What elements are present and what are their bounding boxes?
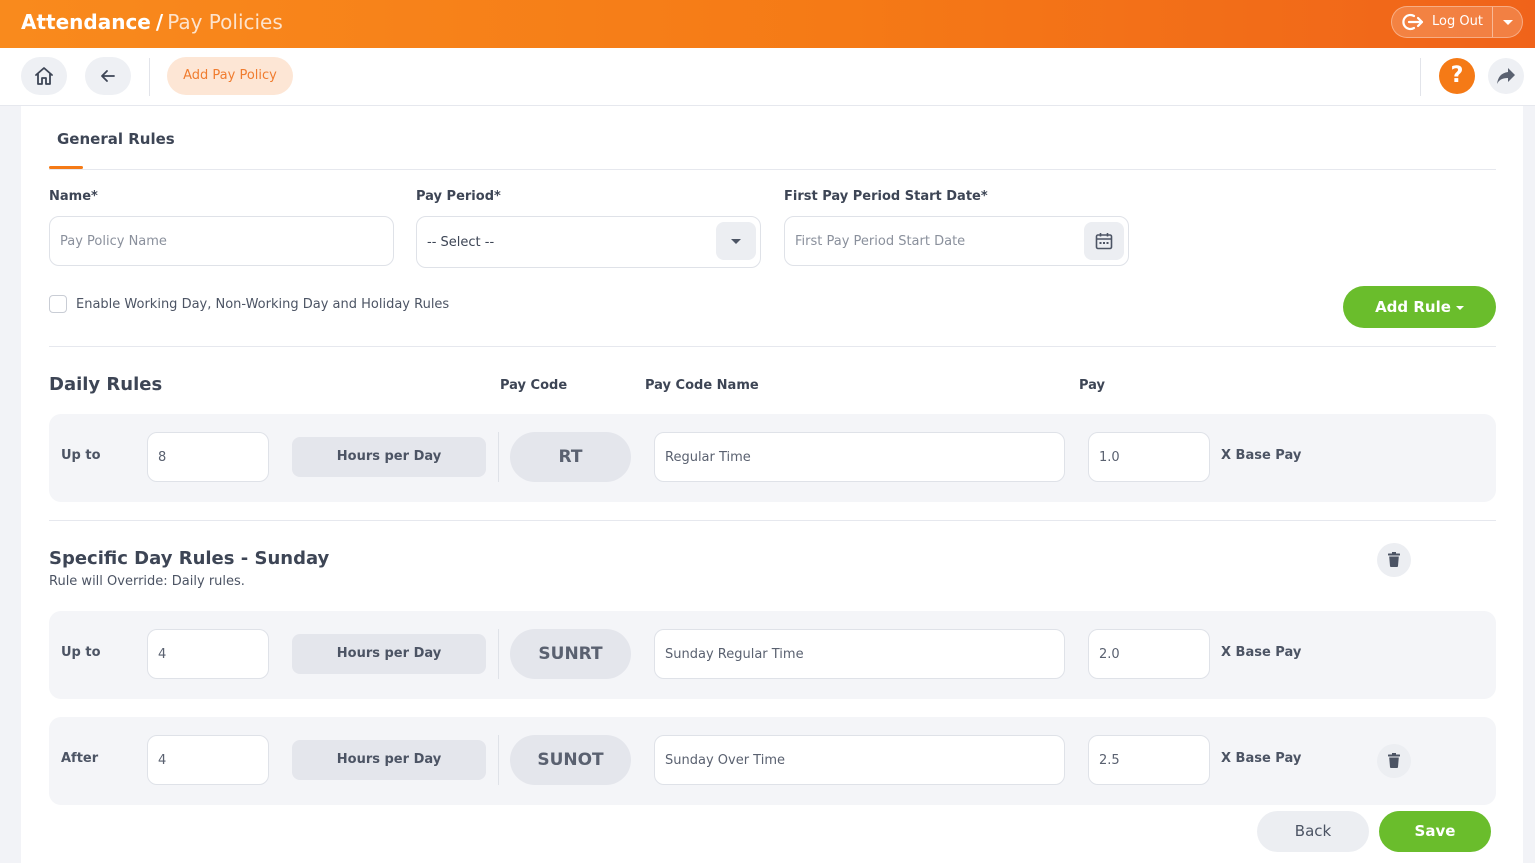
tab-general-rules[interactable]: General Rules [57, 130, 175, 148]
share-icon [1497, 68, 1515, 84]
daily-rule-row: Up to 8 Hours per Day RT Regular Time 1.… [49, 414, 1496, 502]
pay-period-label: Pay Period* [416, 189, 501, 204]
hours-input[interactable]: 8 [147, 432, 269, 482]
page-title: Attendance / Pay Policies [21, 10, 283, 34]
specific-rules-title: Specific Day Rules - Sunday [49, 548, 330, 569]
base-pay-suffix: X Base Pay [1221, 751, 1302, 766]
row-divider [498, 432, 499, 482]
delete-rule-button[interactable] [1377, 744, 1411, 778]
pay-code-name-value: Sunday Regular Time [665, 647, 804, 662]
row-divider [498, 629, 499, 679]
pay-code-badge[interactable]: SUNRT [510, 629, 631, 679]
toolbar-divider-right [1420, 58, 1421, 96]
home-button[interactable] [21, 57, 67, 95]
title-separator: / [155, 10, 164, 34]
back-nav-button[interactable] [85, 57, 131, 95]
delete-section-button[interactable] [1377, 543, 1411, 577]
hours-value: 4 [158, 647, 167, 662]
name-placeholder: Pay Policy Name [60, 234, 167, 249]
pay-code-badge[interactable]: RT [510, 432, 631, 482]
pay-code-name-input[interactable]: Regular Time [654, 432, 1065, 482]
name-field[interactable]: Pay Policy Name [49, 216, 394, 266]
pay-period-select[interactable]: -- Select -- [416, 216, 761, 268]
enable-rules-label: Enable Working Day, Non-Working Day and … [76, 297, 450, 312]
logout-label: Log Out [1432, 14, 1483, 29]
toolbar: Add Pay Policy ? [0, 48, 1535, 106]
pay-multiplier-input[interactable]: 1.0 [1088, 432, 1210, 482]
specific-rule-row: After 4 Hours per Day SUNOT Sunday Over … [49, 717, 1496, 805]
save-button[interactable]: Save [1379, 811, 1491, 852]
pay-code-name-input[interactable]: Sunday Regular Time [654, 629, 1065, 679]
pay-period-dropdown-button[interactable] [716, 222, 756, 260]
pay-multiplier-input[interactable]: 2.0 [1088, 629, 1210, 679]
trash-icon [1388, 552, 1400, 567]
pay-code-name-value: Regular Time [665, 450, 751, 465]
unit-selector[interactable]: Hours per Day [292, 437, 486, 477]
section-divider [49, 520, 1496, 521]
toolbar-divider [149, 58, 150, 96]
arrow-left-icon [101, 70, 115, 82]
tab-add-pay-policy[interactable]: Add Pay Policy [167, 57, 293, 95]
logout-group: Log Out [1391, 6, 1523, 38]
account-menu-toggle[interactable] [1493, 7, 1523, 37]
section-divider [49, 346, 1496, 347]
section-title: Pay Policies [167, 10, 283, 34]
daily-rules-title: Daily Rules [49, 374, 163, 395]
rule-condition: After [61, 751, 99, 766]
pay-code-name-value: Sunday Over Time [665, 753, 785, 768]
pay-multiplier-value: 2.0 [1099, 647, 1120, 662]
start-date-label: First Pay Period Start Date* [784, 189, 988, 204]
start-date-field[interactable]: First Pay Period Start Date [784, 216, 1129, 266]
add-rule-button[interactable]: Add Rule [1343, 286, 1496, 328]
chevron-down-icon [1503, 20, 1513, 25]
trash-icon [1388, 753, 1400, 768]
share-button[interactable] [1488, 58, 1524, 94]
row-divider [498, 735, 499, 785]
override-note: Rule will Override: Daily rules. [49, 574, 245, 589]
help-button[interactable]: ? [1439, 58, 1475, 94]
unit-selector[interactable]: Hours per Day [292, 634, 486, 674]
logout-icon [1402, 13, 1424, 31]
rule-condition: Up to [61, 645, 101, 660]
logout-button[interactable]: Log Out [1392, 7, 1493, 37]
name-label: Name* [49, 189, 98, 204]
rule-condition: Up to [61, 448, 101, 463]
col-pay-code-name: Pay Code Name [645, 378, 759, 393]
chevron-down-icon [731, 239, 741, 244]
pay-code-badge[interactable]: SUNOT [510, 735, 631, 785]
col-pay: Pay [1079, 378, 1106, 393]
pay-multiplier-input[interactable]: 2.5 [1088, 735, 1210, 785]
hours-value: 8 [158, 450, 167, 465]
add-rule-label: Add Rule [1375, 298, 1451, 316]
tab-divider [49, 169, 1496, 170]
app-title: Attendance [21, 10, 151, 34]
app-header: Attendance / Pay Policies Log Out [0, 0, 1535, 48]
enable-rules-checkbox[interactable] [49, 295, 67, 313]
pay-code-name-input[interactable]: Sunday Over Time [654, 735, 1065, 785]
hours-input[interactable]: 4 [147, 629, 269, 679]
hours-value: 4 [158, 753, 167, 768]
col-pay-code: Pay Code [500, 378, 568, 393]
caret-down-icon [1455, 305, 1464, 310]
hours-input[interactable]: 4 [147, 735, 269, 785]
home-icon [35, 67, 53, 85]
base-pay-suffix: X Base Pay [1221, 645, 1302, 660]
pay-period-value: -- Select -- [427, 235, 495, 250]
specific-rule-row: Up to 4 Hours per Day SUNRT Sunday Regul… [49, 611, 1496, 699]
date-picker-button[interactable] [1084, 222, 1124, 260]
pay-multiplier-value: 1.0 [1099, 450, 1120, 465]
pay-multiplier-value: 2.5 [1099, 753, 1120, 768]
back-button[interactable]: Back [1257, 811, 1369, 852]
unit-selector[interactable]: Hours per Day [292, 740, 486, 780]
base-pay-suffix: X Base Pay [1221, 448, 1302, 463]
calendar-icon [1095, 233, 1113, 250]
start-date-placeholder: First Pay Period Start Date [795, 234, 966, 249]
